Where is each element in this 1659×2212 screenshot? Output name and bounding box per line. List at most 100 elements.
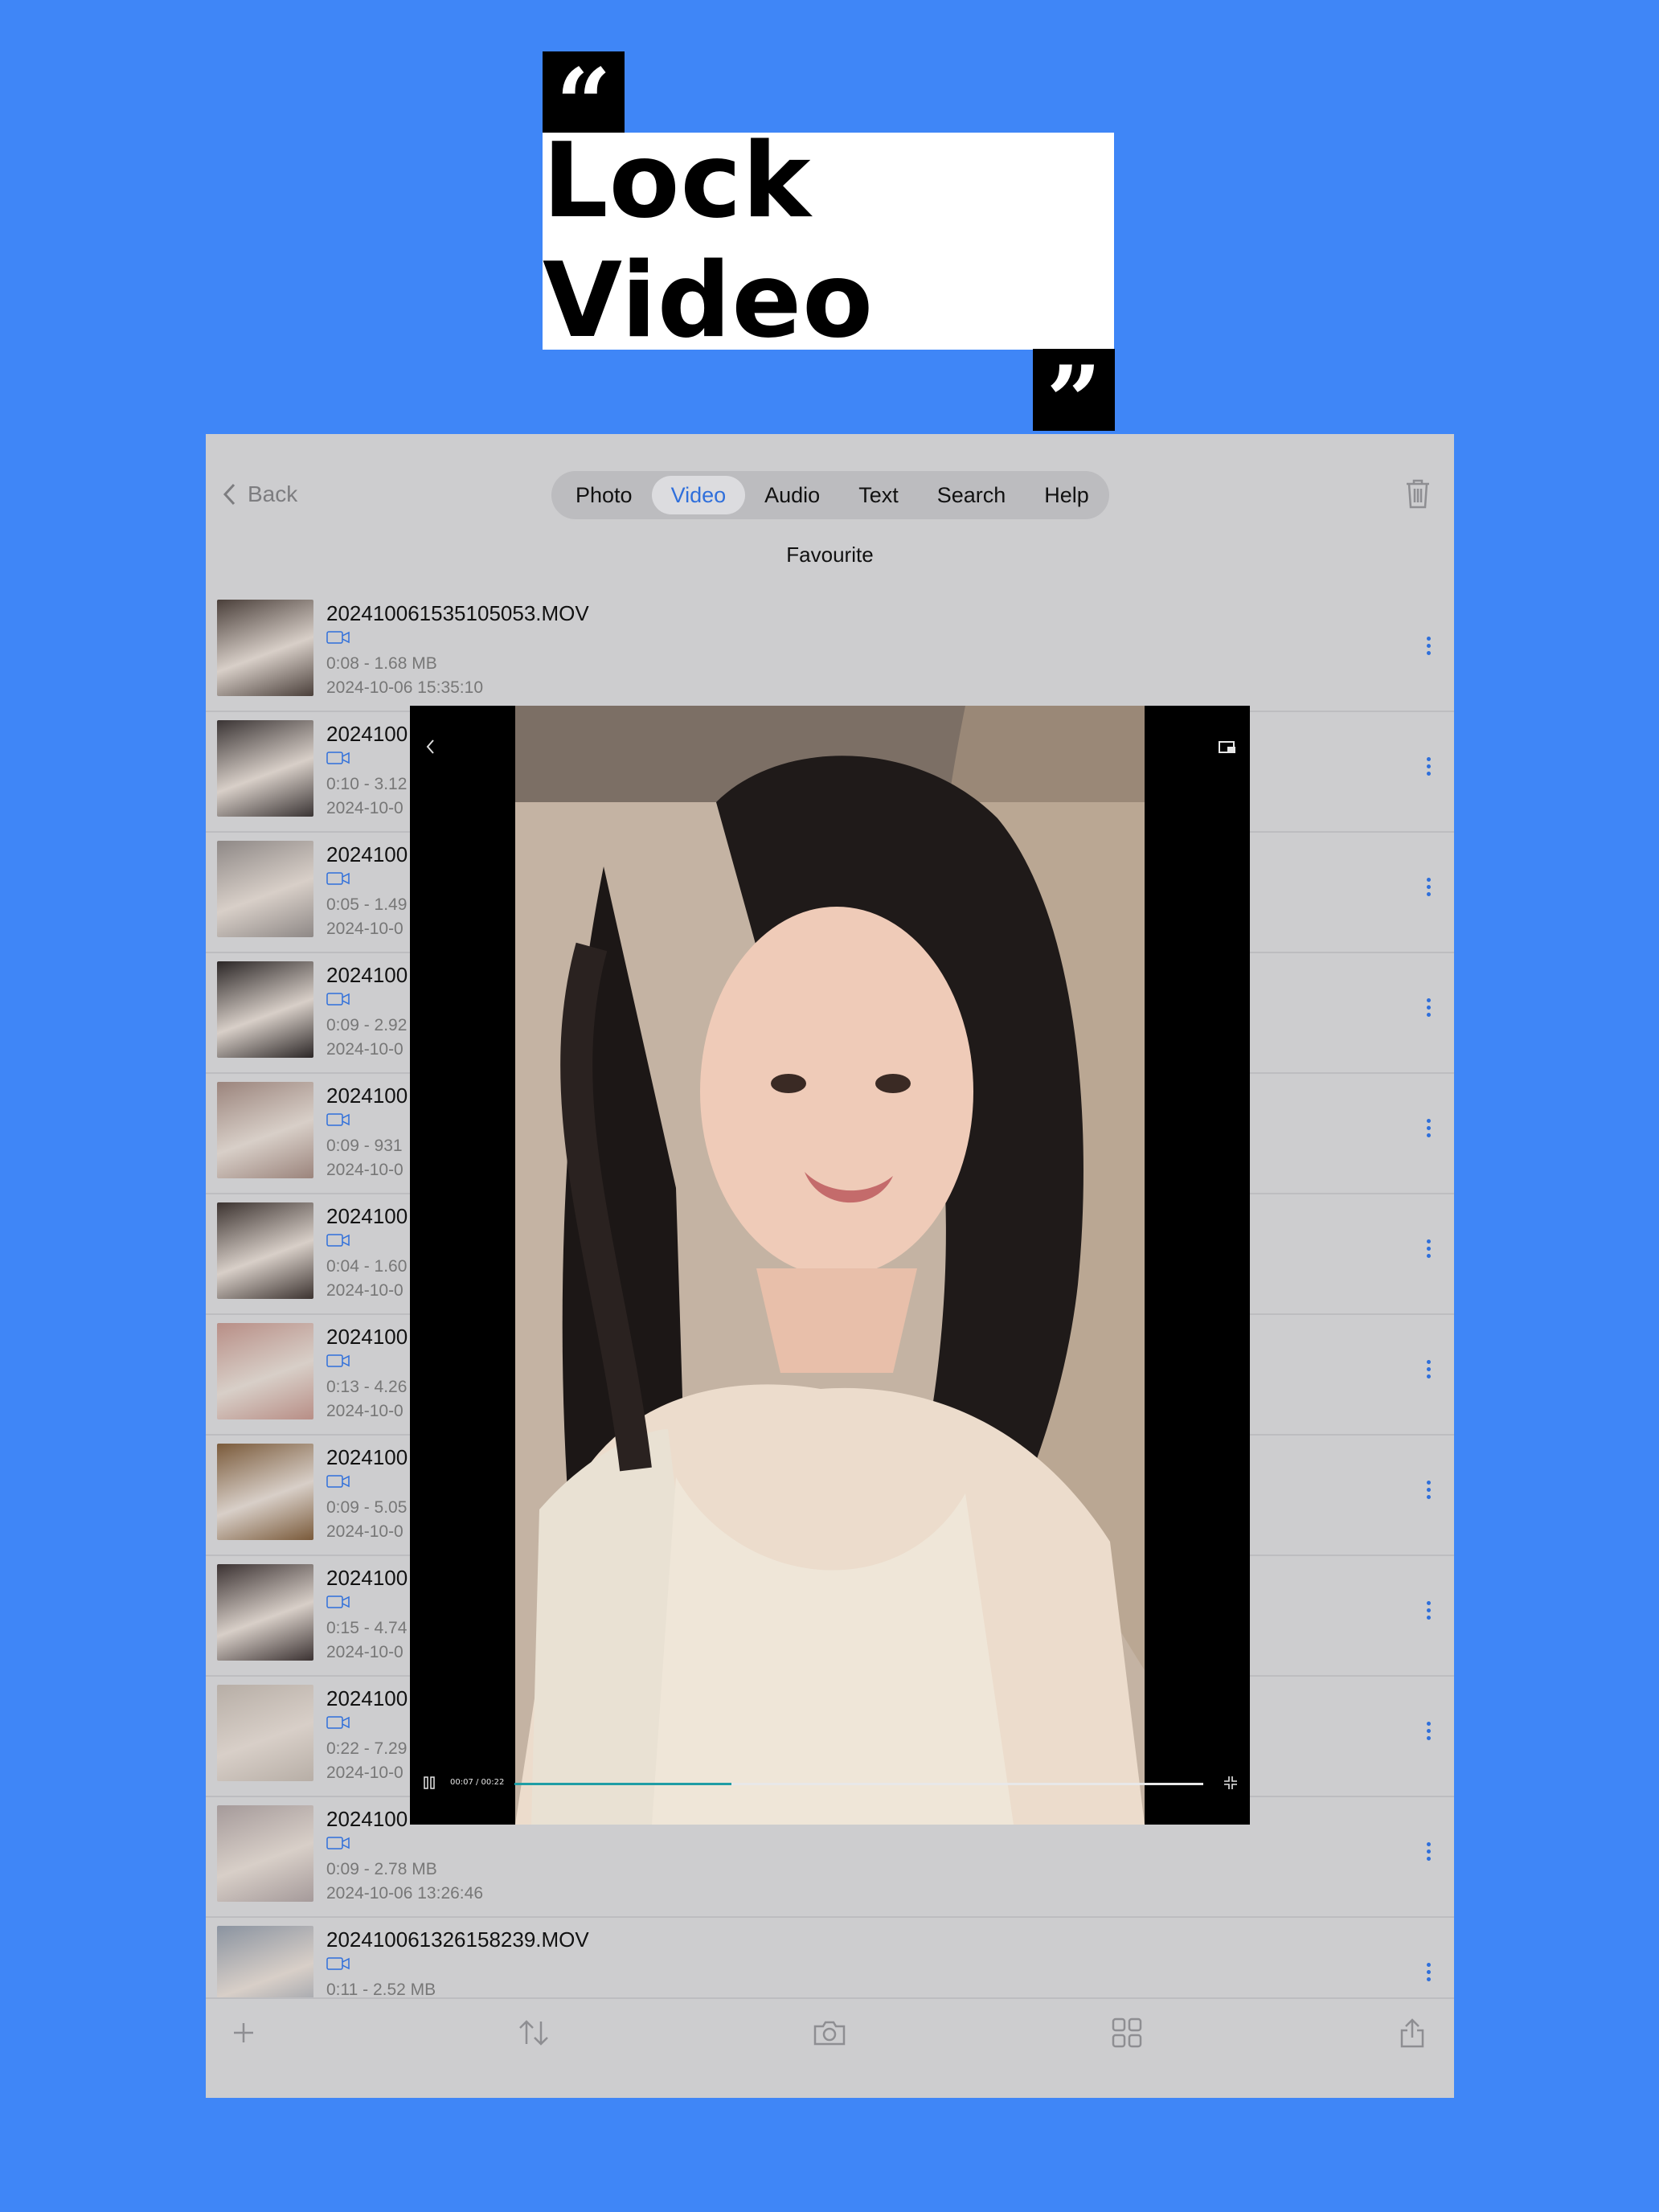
back-button[interactable]: Back — [222, 474, 297, 514]
video-player[interactable]: 00:07 / 00:22 — [410, 706, 1250, 1825]
video-camera-icon — [326, 631, 350, 644]
pause-button[interactable] — [423, 1775, 436, 1795]
more-icon — [1427, 998, 1433, 1017]
video-meta: 0:04 - 1.60 — [326, 1257, 408, 1276]
video-meta: 0:08 - 1.68 MB — [326, 654, 437, 673]
pip-icon — [1219, 741, 1235, 753]
player-back-button[interactable] — [424, 738, 436, 760]
video-filename: 2024100 — [326, 722, 408, 746]
video-filename: 2024100 — [326, 1325, 408, 1349]
grid-icon — [1112, 2017, 1142, 2048]
sort-button[interactable] — [516, 2017, 551, 2053]
video-thumbnail[interactable] — [217, 1685, 313, 1781]
tab-video[interactable]: Video — [651, 476, 746, 514]
more-icon — [1427, 1722, 1433, 1740]
delete-button[interactable] — [1404, 477, 1432, 514]
video-filename: 20241006132615823​9.MOV — [326, 1927, 589, 1952]
back-label: Back — [248, 481, 298, 506]
video-thumbnail[interactable] — [217, 720, 313, 817]
tab-search[interactable]: Search — [918, 476, 1026, 514]
video-meta: 0:05 - 1.49 — [326, 895, 408, 914]
tab-audio[interactable]: Audio — [745, 476, 839, 514]
video-camera-icon — [326, 1475, 350, 1488]
video-thumbnail[interactable] — [217, 1444, 313, 1540]
video-date: 2024-10-0 — [326, 799, 403, 817]
plus-icon — [234, 2023, 253, 2042]
progress-bar[interactable] — [514, 1783, 1203, 1785]
more-button[interactable] — [1427, 1236, 1433, 1261]
more-icon — [1427, 1481, 1433, 1499]
video-frame — [515, 706, 1145, 1825]
video-date: 2024-10-0 — [326, 1643, 403, 1661]
more-button[interactable] — [1427, 995, 1433, 1020]
video-date: 2024-10-0 — [326, 1763, 403, 1782]
more-button[interactable] — [1427, 1839, 1433, 1864]
video-thumbnail[interactable] — [217, 841, 313, 937]
navigation-bar: Back Photo Video Audio Text Search Help … — [206, 434, 1454, 567]
video-thumbnail[interactable] — [217, 1805, 313, 1902]
more-button[interactable] — [1427, 1477, 1433, 1502]
video-thumbnail[interactable] — [217, 1202, 313, 1299]
pause-icon — [424, 1776, 435, 1789]
progress-fill — [514, 1783, 731, 1785]
grid-view-button[interactable] — [1109, 2017, 1145, 2053]
video-camera-icon — [326, 872, 350, 885]
more-button[interactable] — [1427, 1598, 1433, 1623]
video-row[interactable]: 20241006153510505​3.MOV 0:08 - 1.68 MB 202… — [206, 592, 1454, 712]
picture-in-picture-button[interactable] — [1218, 739, 1237, 760]
video-filename: 20241006153510505​3.MOV — [326, 601, 589, 625]
tab-help[interactable]: Help — [1025, 476, 1108, 514]
video-filename: 2024100 — [326, 1686, 408, 1710]
more-button[interactable] — [1427, 754, 1433, 779]
video-camera-icon — [326, 1837, 350, 1849]
more-button[interactable] — [1427, 875, 1433, 899]
video-filename: 2024100 — [326, 1807, 408, 1831]
title-banner: Lock Video — [543, 121, 1114, 361]
more-icon — [1427, 637, 1433, 655]
exit-fullscreen-button[interactable] — [1223, 1775, 1239, 1795]
media-type-tabs: Photo Video Audio Text Search Help — [551, 471, 1109, 519]
video-camera-icon — [326, 752, 350, 764]
video-meta: 0:09 - 931 — [326, 1137, 403, 1155]
exit-fullscreen-icon — [1224, 1776, 1237, 1789]
playback-time: 00:07 / 00:22 — [450, 1778, 505, 1787]
video-thumbnail[interactable] — [217, 1082, 313, 1178]
video-date: 2024-10-0 — [326, 1161, 403, 1179]
tab-photo[interactable]: Photo — [556, 476, 652, 514]
video-filename: 2024100 — [326, 1445, 408, 1469]
more-button[interactable] — [1427, 1718, 1433, 1743]
video-thumbnail[interactable] — [217, 961, 313, 1058]
tab-text[interactable]: Text — [839, 476, 918, 514]
more-icon — [1427, 1963, 1433, 1981]
video-meta: 0:13 - 4.26 — [326, 1378, 408, 1396]
more-icon — [1427, 1842, 1433, 1861]
camera-button[interactable] — [812, 2017, 847, 2053]
video-filename: 2024100 — [326, 1083, 408, 1108]
video-camera-icon — [326, 1716, 350, 1729]
back-chevron-icon — [426, 739, 434, 754]
more-button[interactable] — [1427, 1960, 1433, 1985]
video-filename: 2024100 — [326, 1566, 408, 1590]
section-title: Favourite — [786, 543, 874, 567]
more-icon — [1427, 878, 1433, 896]
more-icon — [1427, 1239, 1433, 1258]
video-thumbnail[interactable] — [217, 1323, 313, 1419]
video-meta: 0:10 - 3.12 — [326, 775, 408, 793]
more-button[interactable] — [1427, 1357, 1433, 1382]
share-button[interactable] — [1398, 2017, 1427, 2053]
trash-icon — [1407, 479, 1429, 509]
add-button[interactable] — [230, 2017, 257, 2053]
video-date: 2024-10-0 — [326, 1281, 403, 1300]
video-date: 2024-10-06 15:35:10 — [326, 678, 483, 697]
video-date: 2024-10-0 — [326, 1040, 403, 1059]
video-thumbnail[interactable] — [217, 1564, 313, 1661]
video-meta: 0:09 - 2.92 — [326, 1016, 408, 1034]
more-button[interactable] — [1427, 1116, 1433, 1141]
player-controls: 00:07 / 00:22 — [410, 1772, 1250, 1796]
more-icon — [1427, 1119, 1433, 1137]
video-thumbnail[interactable] — [217, 600, 313, 696]
video-camera-icon — [326, 1234, 350, 1247]
more-button[interactable] — [1427, 633, 1433, 658]
share-icon — [1400, 2018, 1424, 2048]
camera-icon — [813, 2021, 846, 2046]
